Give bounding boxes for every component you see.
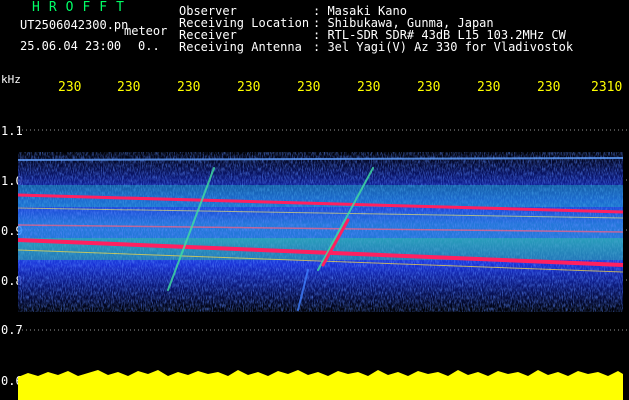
x-tick-label: 230 [117, 80, 141, 95]
x-tick-label: 2310 [591, 80, 623, 95]
timestamp: 25.06.04 23:00 [20, 39, 122, 53]
x-tick-label: 230 [417, 80, 441, 95]
x-tick-label: 230 [537, 80, 561, 95]
noise-floor [18, 370, 623, 400]
brand-title: HROFFT [32, 0, 133, 15]
counter: 0.. [138, 39, 160, 53]
x-tick-label: 230 [237, 80, 261, 95]
x-tick-label: 230 [297, 80, 321, 95]
x-tick-label: 230 [177, 80, 201, 95]
noise-texture [18, 152, 623, 312]
antenna-value: : 3el Yagi(V) Az 330 for Vladivostok [313, 40, 574, 54]
axis-unit-label: kHz [1, 73, 21, 86]
file-name: UT2506042300.pn [20, 18, 129, 32]
antenna-label: Receiving Antenna [179, 40, 302, 54]
x-tick-label: 230 [58, 80, 82, 95]
meteor-label: meteor [124, 24, 168, 38]
x-tick-label: 230 [477, 80, 501, 95]
spectrogram-plot [18, 129, 627, 400]
x-tick-label: 230 [357, 80, 381, 95]
